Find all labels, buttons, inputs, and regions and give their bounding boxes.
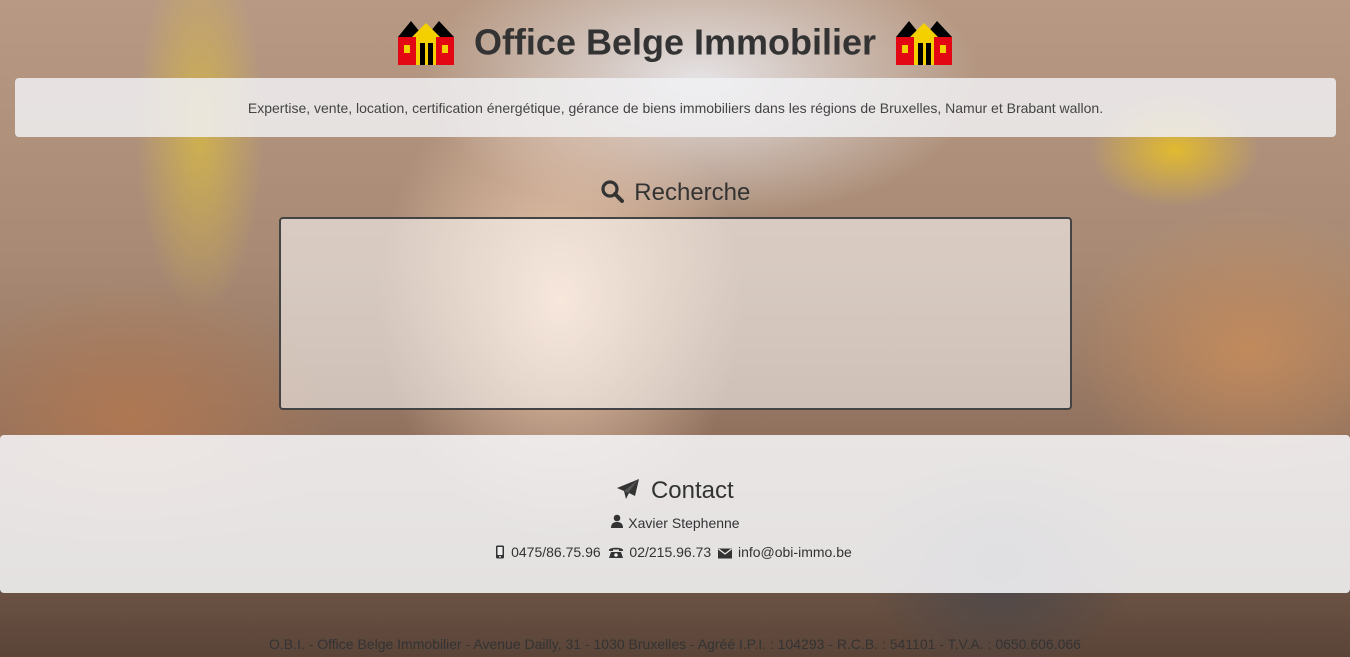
footer-text: O.B.I. - Office Belge Immobilier - Avenu… bbox=[269, 636, 1081, 652]
phone-icon bbox=[608, 547, 623, 558]
search-icon bbox=[601, 180, 624, 203]
paper-plane-icon bbox=[617, 479, 640, 499]
contact-panel: Contact Xavier Stephenne 0475/86.75.96 0… bbox=[0, 435, 1350, 593]
belgian-houses-logo-icon bbox=[397, 21, 454, 66]
contact-details: 0475/86.75.96 02/215.96.73 info@obi-immo… bbox=[0, 542, 1350, 562]
search-heading-label: Recherche bbox=[634, 179, 751, 206]
search-heading: Recherche bbox=[0, 175, 1350, 211]
user-icon bbox=[611, 514, 624, 528]
contact-person-name: Xavier Stephenne bbox=[628, 515, 740, 531]
mobile-phone-icon bbox=[496, 545, 505, 559]
page-title: Office Belge Immobilier bbox=[0, 12, 1350, 70]
tagline-panel: Expertise, vente, location, certificatio… bbox=[15, 78, 1336, 137]
search-panel[interactable] bbox=[279, 217, 1072, 410]
phone-link[interactable]: 02/215.96.73 bbox=[629, 544, 711, 560]
contact-heading: Contact bbox=[0, 475, 1350, 507]
envelope-icon bbox=[718, 548, 733, 559]
tagline-text: Expertise, vente, location, certificatio… bbox=[247, 99, 1104, 116]
belgian-houses-logo-icon bbox=[896, 21, 953, 66]
contact-heading-label: Contact bbox=[650, 477, 734, 504]
mobile-link[interactable]: 0475/86.75.96 bbox=[511, 544, 601, 560]
email-link[interactable]: info@obi-immo.be bbox=[738, 544, 852, 560]
footer: O.B.I. - Office Belge Immobilier - Avenu… bbox=[0, 633, 1350, 655]
site-title: Office Belge Immobilier bbox=[473, 21, 877, 63]
contact-person: Xavier Stephenne bbox=[0, 513, 1350, 533]
